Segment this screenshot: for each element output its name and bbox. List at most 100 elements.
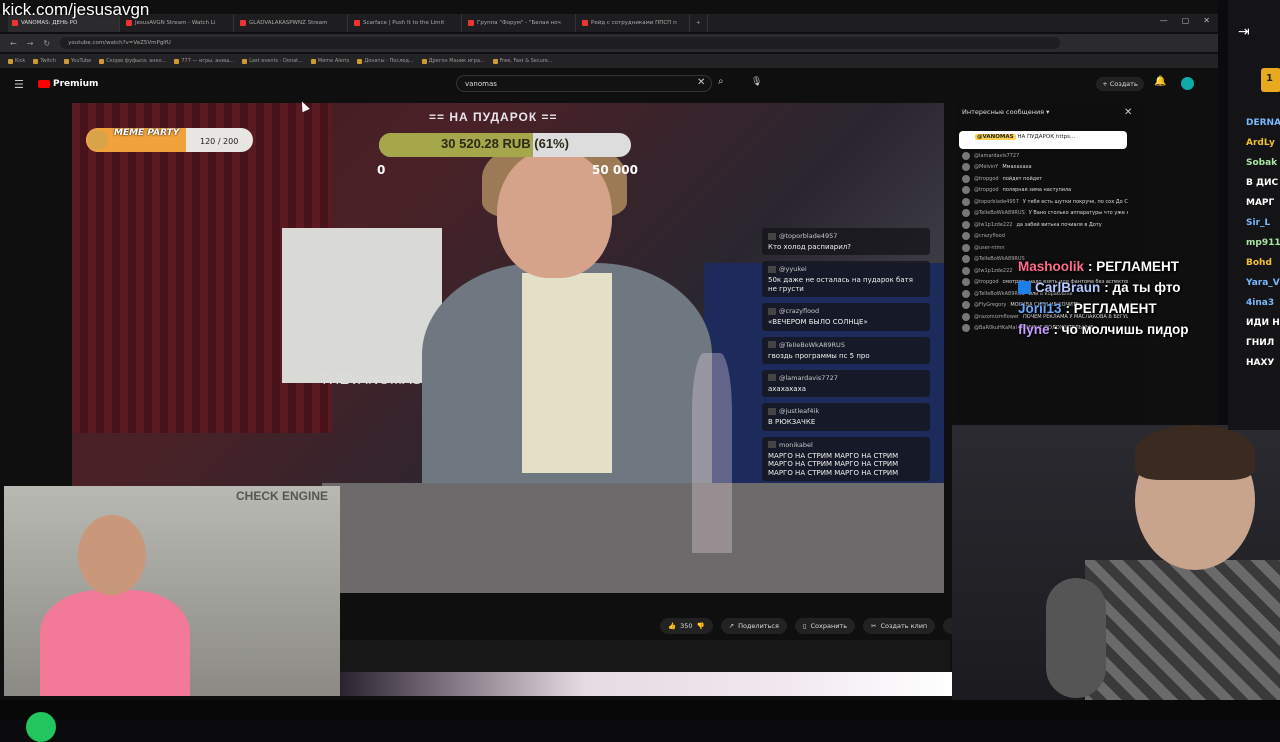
bookmark-item[interactable]: Донаты - Послед... bbox=[357, 58, 414, 64]
chat-username: @tropgod bbox=[974, 175, 999, 182]
bookmark-label: Дрегон Маник игра... bbox=[428, 58, 485, 64]
youtube-play-icon bbox=[38, 80, 50, 88]
share-button[interactable]: ↗ Поделиться bbox=[720, 618, 787, 634]
browser-tab[interactable]: Scarface | Push It to the Limit bbox=[350, 14, 462, 32]
overlay-chat-username: @lamardavis7727 bbox=[779, 373, 838, 382]
browser-tab[interactable]: GLADVALAKASPWNZ Stream bbox=[236, 14, 348, 32]
webcam-left-person-head bbox=[78, 515, 146, 595]
overlay-chat-message: @toporblade4957 Кто холод распиарил? bbox=[762, 228, 930, 256]
hamburger-menu-icon[interactable]: ☰ bbox=[14, 78, 24, 91]
create-button-label: Создать bbox=[1109, 80, 1138, 88]
thumbs-down-icon[interactable]: 👎 bbox=[697, 622, 705, 630]
tab-favicon-icon bbox=[12, 20, 18, 26]
pinned-message[interactable]: @VANOMAS НА ПУДАРОК https... bbox=[959, 131, 1127, 149]
minimize-icon[interactable]: — bbox=[1160, 16, 1168, 25]
avatar bbox=[962, 243, 970, 252]
kick-chat-text: : чо молчишь пидор bbox=[1053, 322, 1189, 337]
chat-badge-icon bbox=[768, 307, 776, 315]
avatar bbox=[962, 324, 970, 333]
youtube-logo[interactable]: Premium bbox=[38, 79, 98, 89]
overlay-chat-username: @TeIIeBoWkA89RUS bbox=[779, 340, 845, 349]
video-description-area bbox=[340, 640, 950, 672]
kick-chat-list: DERNA ArdLy Sobak В ДИС МАРГ Sir_L mp911 Bohd Ya… bbox=[1246, 118, 1280, 378]
overlay-chat-user: monikabel bbox=[768, 441, 924, 449]
kick-sidebar-message: 4ina3 bbox=[1246, 298, 1275, 308]
maximize-icon[interactable]: ▢ bbox=[1182, 16, 1190, 25]
new-tab-button[interactable]: + bbox=[692, 14, 708, 32]
tab-label: GLADVALAKASPWNZ Stream bbox=[249, 20, 328, 26]
status-badge: 1 bbox=[1261, 68, 1280, 92]
overlay-chat-text: В РЮКЗАЧКЕ bbox=[768, 418, 816, 427]
bookmark-item[interactable]: Дрегон Маник игра... bbox=[421, 58, 485, 64]
bookmark-item[interactable]: 777 — игры, аниш... bbox=[174, 58, 234, 64]
overlay-chat-text: 50к даже не осталась на пударок батя не … bbox=[768, 276, 913, 293]
overlay-chat-message: @crazyflood «ВЕЧЕРОМ БЫЛО СОЛНЦЕ» bbox=[762, 303, 930, 331]
like-count: 350 bbox=[680, 622, 693, 630]
chat-badge-icon bbox=[768, 341, 776, 349]
microphone-icon bbox=[1046, 578, 1106, 698]
chat-mode-dropdown[interactable]: Интересные сообщения ▾ bbox=[962, 108, 1049, 116]
bookmark-icon bbox=[242, 58, 248, 64]
webcam-right-person-shirt bbox=[1085, 560, 1280, 720]
kick-sidebar-message: Sobak bbox=[1246, 158, 1278, 168]
bookmark-item[interactable]: Скорю фуфыся, анко... bbox=[99, 58, 166, 64]
avatar[interactable] bbox=[1181, 77, 1194, 90]
chat-badge-icon bbox=[1018, 281, 1031, 294]
webcam-left-sign: CHECK ENGINE bbox=[236, 489, 329, 503]
back-icon[interactable]: ← bbox=[10, 39, 17, 48]
tab-label: VANOMAS: ДЕНЬ РО bbox=[21, 20, 78, 26]
url-field[interactable]: youtube.com/watch?v=VeZ5VmPglfU bbox=[60, 37, 1061, 49]
bookmark-label: YouTube bbox=[70, 58, 92, 64]
stream-chat-overlay: @toporblade4957 Кто холод распиарил? @yyuk… bbox=[762, 228, 930, 487]
reload-icon[interactable]: ↻ bbox=[43, 39, 50, 48]
clear-search-icon[interactable]: ✕ bbox=[697, 77, 705, 88]
donation-goal-title: == НА ПУДАРОК == bbox=[429, 110, 558, 124]
create-button[interactable]: + Создать bbox=[1096, 77, 1144, 91]
kick-chat-message: flyne: чо молчишь пидор bbox=[1018, 322, 1218, 337]
bookmark-icon bbox=[63, 58, 69, 64]
save-button[interactable]: ▯ Сохранить bbox=[794, 618, 856, 634]
like-button[interactable]: 👍 350 👎 bbox=[660, 618, 713, 634]
search-icon[interactable]: ⌕ bbox=[718, 76, 724, 87]
browser-tab[interactable]: Группа "Форум" - "Белая ноч bbox=[464, 14, 576, 32]
microphone-icon[interactable]: 🎙 bbox=[751, 77, 762, 87]
video-actions: 👍 350 👎 ↗ Поделиться ▯ Сохранить ✂ Создать кл… bbox=[660, 618, 966, 634]
bookmark-item[interactable]: Kick bbox=[8, 58, 25, 64]
avatar bbox=[962, 209, 970, 218]
overlay-chat-user: @lamardavis7727 bbox=[768, 374, 924, 382]
close-icon[interactable]: ✕ bbox=[1124, 107, 1132, 118]
video-table bbox=[322, 483, 944, 593]
collapse-chat-icon[interactable]: ⇥ bbox=[1238, 24, 1250, 40]
chat-username: @user-ntmn bbox=[974, 244, 1005, 251]
bookmark-label: Скорю фуфыся, анко... bbox=[106, 58, 167, 64]
clip-button[interactable]: ✂ Создать клип bbox=[863, 618, 936, 634]
avatar bbox=[962, 312, 970, 321]
bookmark-item[interactable]: Meme Alerts bbox=[310, 58, 349, 64]
kick-sidebar-message: ArdLy bbox=[1246, 138, 1275, 148]
meme-party-count: 120 / 200 bbox=[200, 137, 239, 146]
forward-icon[interactable]: → bbox=[27, 39, 34, 48]
overlay-chat-user: @crazyflood bbox=[768, 307, 924, 315]
kick-sidebar-message: МАРГ bbox=[1246, 198, 1275, 208]
bookmark-item[interactable]: YouTube bbox=[63, 58, 92, 64]
bookmark-label: Донаты - Послед... bbox=[364, 58, 414, 64]
donation-amount: 30 520.28 RUB (61%) bbox=[441, 136, 569, 151]
bottom-bar bbox=[0, 700, 1280, 720]
overlay-chat-text: гвоздь программы пс 5 про bbox=[768, 351, 870, 360]
kick-chat-username: Jorii13 bbox=[1018, 301, 1062, 316]
meme-party-widget: MEME PARTY 120 / 200 bbox=[86, 128, 253, 152]
search-input[interactable]: vanomas bbox=[456, 75, 712, 92]
bookmark-icon bbox=[99, 58, 105, 64]
close-icon[interactable]: ✕ bbox=[1203, 16, 1210, 25]
bookmark-item[interactable]: Free, Fast & Secure... bbox=[492, 58, 553, 64]
donation-max: 50 000 bbox=[592, 163, 638, 177]
avatar bbox=[962, 301, 970, 310]
bookmark-item[interactable]: Last events - Donat... bbox=[242, 58, 303, 64]
chat-username: @crazyflood bbox=[974, 233, 1005, 240]
avatar bbox=[962, 197, 970, 206]
notifications-bell-icon[interactable]: 🔔 bbox=[1154, 76, 1166, 87]
bookmark-item[interactable]: Twitch bbox=[33, 58, 56, 64]
browser-tab[interactable]: Рейд с сотрудниками ППСП п bbox=[578, 14, 690, 32]
overlay-chat-user: @toporblade4957 bbox=[768, 232, 924, 240]
bookmark-label: Free, Fast & Secure... bbox=[499, 58, 553, 64]
